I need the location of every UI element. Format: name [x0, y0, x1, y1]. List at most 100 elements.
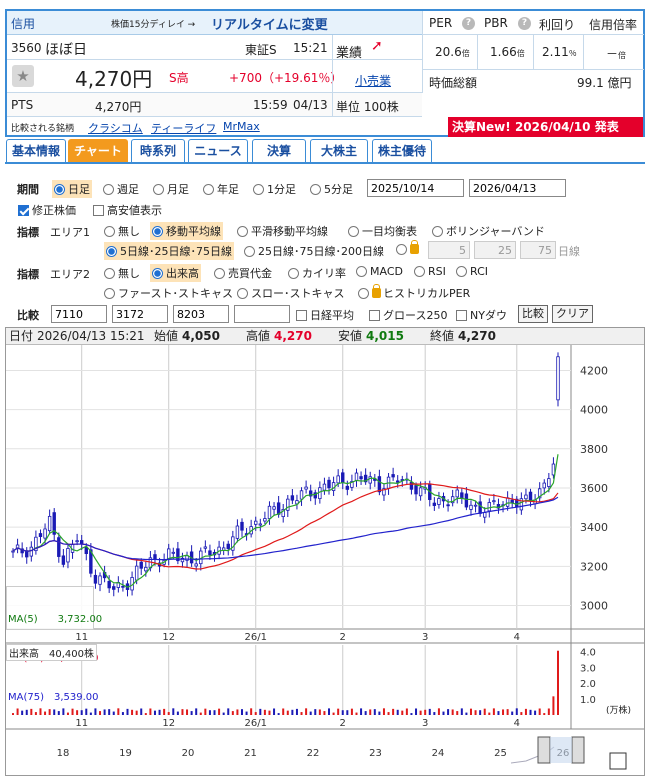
- volume-bar: [346, 710, 349, 715]
- adjusted-price-checkbox[interactable]: 修正株価: [18, 202, 76, 218]
- header-bar: 信用 株価15分ディレイ → リアルタイムに変更: [7, 11, 422, 35]
- candle-body: [542, 482, 546, 489]
- volume-bar: [382, 708, 385, 715]
- volume-bar: [240, 709, 243, 715]
- candlestick-chart[interactable]: 1111121226/126/1223344300032003400360038…: [6, 345, 644, 775]
- month-label: 4: [514, 632, 520, 643]
- per-help-icon[interactable]: ?: [462, 17, 475, 30]
- area1-smoothed-ma[interactable]: 平滑移動平均線: [237, 223, 328, 239]
- area2-trade-value[interactable]: 売買代金: [214, 265, 272, 281]
- candle-body: [254, 520, 258, 525]
- candle-body: [272, 506, 276, 510]
- compare-growth250-checkbox[interactable]: グロース250: [369, 307, 447, 323]
- area2-rsi[interactable]: RSI: [414, 265, 446, 278]
- area2-macd[interactable]: MACD: [356, 265, 403, 278]
- period-daily[interactable]: 日足: [52, 180, 92, 198]
- clear-button[interactable]: クリア: [552, 305, 593, 323]
- price-tick-label: 3600: [580, 482, 608, 495]
- compare-code-3[interactable]: [173, 305, 229, 323]
- tab-news[interactable]: ニュース: [188, 139, 248, 163]
- compare-link-1[interactable]: クラシコム: [88, 120, 143, 136]
- compare-button[interactable]: 比較: [518, 305, 548, 323]
- pbr-help-icon[interactable]: ?: [518, 17, 531, 30]
- delay-note: 株価15分ディレイ →: [111, 20, 196, 30]
- volume-bar: [309, 711, 312, 715]
- sector-link[interactable]: 小売業: [355, 72, 391, 89]
- ma-custom-1[interactable]: [428, 241, 470, 259]
- price-tick-label: 3000: [580, 599, 608, 612]
- area2-volume[interactable]: 出来高: [150, 264, 201, 282]
- compare-code-2[interactable]: [112, 305, 168, 323]
- period-monthly[interactable]: 月足: [153, 181, 189, 197]
- volume-bar: [318, 709, 321, 715]
- kessan-banner[interactable]: 決算New! 2026/04/10 発表: [448, 117, 643, 137]
- ma-custom-2[interactable]: [474, 241, 516, 259]
- volume-bar: [140, 708, 143, 715]
- compare-code-4[interactable]: [234, 305, 290, 323]
- date-from-input[interactable]: [367, 179, 464, 197]
- volume-bar: [447, 709, 450, 715]
- area1-moving-average[interactable]: 移動平均線: [150, 222, 223, 240]
- period-yearly[interactable]: 年足: [203, 181, 239, 197]
- ma-custom-radio[interactable]: [396, 240, 421, 256]
- candle-body: [61, 555, 66, 565]
- volume-bar: [538, 708, 541, 715]
- ma-set-5-25-75[interactable]: 5日線･25日線･75日線: [104, 242, 234, 260]
- candle-body: [240, 521, 244, 531]
- volume-tick-label: 3.0: [580, 663, 596, 674]
- low-value: 4,015: [366, 329, 404, 343]
- ma5-legend: MA(5) 3,732.00: [8, 614, 103, 625]
- area2-historical-per[interactable]: ヒストリカルPER: [358, 284, 470, 301]
- area2-none[interactable]: 無し: [104, 265, 140, 281]
- volume-unit: (万株): [606, 706, 632, 716]
- compare-nydow-checkbox[interactable]: NYダウ: [456, 307, 507, 323]
- area1-bollinger[interactable]: ボリンジャーバンド: [432, 223, 545, 239]
- volume-bar: [401, 710, 404, 715]
- compare-code-1[interactable]: [51, 305, 107, 323]
- realtime-link[interactable]: リアルタイムに変更: [211, 14, 328, 33]
- volume-bar: [195, 708, 198, 715]
- compare-nikkei-checkbox[interactable]: 日経平均: [296, 307, 354, 323]
- area1-none[interactable]: 無し: [104, 223, 140, 239]
- ma-set-25-75-200[interactable]: 25日線･75日線･200日線: [244, 243, 384, 259]
- volume-bar: [218, 708, 221, 715]
- tab-timeseries[interactable]: 時系列: [131, 139, 185, 163]
- stock-name: ほぼ日: [45, 42, 87, 58]
- tab-shareholder-benefits[interactable]: 株主優待: [372, 139, 432, 163]
- candle-body: [322, 483, 327, 491]
- candle-body: [437, 498, 441, 505]
- date-to-input[interactable]: [469, 179, 566, 197]
- tab-basic-info[interactable]: 基本情報: [6, 139, 66, 163]
- close-value: 4,270: [458, 329, 496, 343]
- area1-ichimoku[interactable]: 一目均衡表: [348, 223, 417, 239]
- price-tick-label: 3800: [580, 443, 608, 456]
- period-1min[interactable]: 1分足: [253, 181, 296, 197]
- tab-chart[interactable]: チャート: [68, 139, 128, 163]
- tab-kessan[interactable]: 決算: [252, 139, 306, 163]
- area2-fast-stoch[interactable]: ファースト･ストキャス: [104, 285, 233, 301]
- highlow-checkbox[interactable]: 高安値表示: [93, 202, 162, 218]
- volume-bar: [378, 711, 381, 715]
- pts-label: PTS: [11, 98, 34, 112]
- candle-body: [171, 551, 175, 554]
- tab-major-shareholders[interactable]: 大株主: [310, 139, 368, 163]
- star-icon[interactable]: ★: [12, 65, 34, 87]
- compare-link-2[interactable]: ティーライフ: [151, 120, 216, 136]
- period-5min[interactable]: 5分足: [310, 181, 353, 197]
- period-weekly[interactable]: 週足: [103, 181, 139, 197]
- compare-link-3[interactable]: MrMax: [223, 120, 260, 133]
- ma-custom-3[interactable]: [520, 241, 556, 259]
- volume-bar: [341, 710, 344, 715]
- navigator-date-label: 21: [244, 748, 257, 759]
- area2-rci[interactable]: RCI: [456, 265, 488, 278]
- margin-ratio-label: 信用倍率: [589, 18, 638, 32]
- chart-area[interactable]: 日付 2026/04/13 15:21 始値 4,050 高値 4,270 安値…: [5, 327, 645, 776]
- volume-bar: [153, 710, 156, 715]
- month-label-vol: 2: [340, 718, 346, 729]
- metrics-labels: PER ? PBR ? 利回り 信用倍率: [423, 11, 644, 35]
- volume-bar: [529, 709, 532, 715]
- area2-deviation[interactable]: カイリ率: [288, 265, 346, 281]
- candle-body: [409, 481, 414, 490]
- volume-bar: [172, 708, 175, 715]
- area2-slow-stoch[interactable]: スロー･ストキャス: [237, 285, 345, 301]
